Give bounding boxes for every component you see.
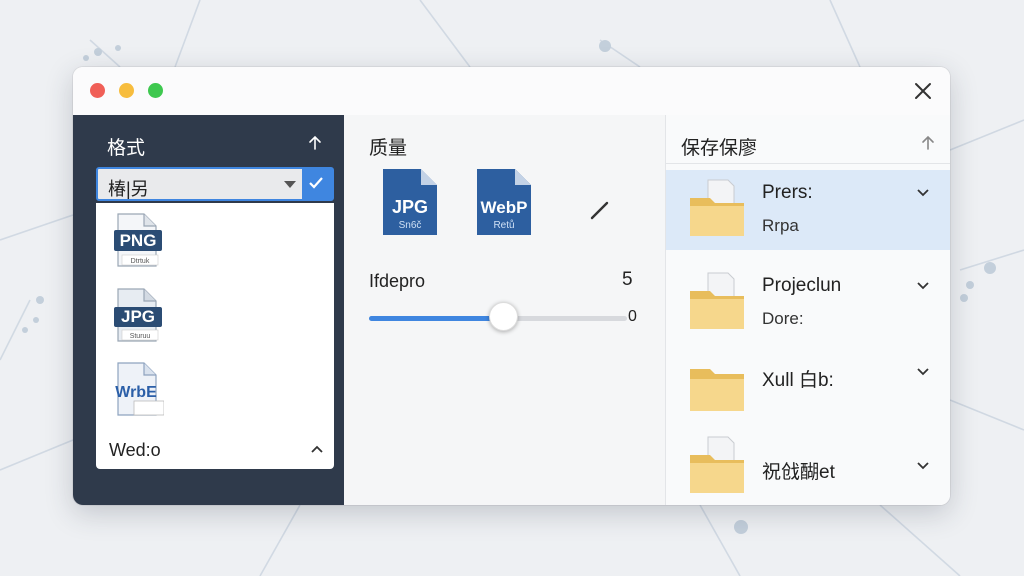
folder-sub: Dore: — [762, 309, 804, 328]
quality-slider-thumb[interactable] — [488, 302, 518, 331]
folder-with-document-icon — [690, 179, 744, 236]
chevron-up-icon[interactable] — [311, 445, 323, 453]
webp-label: WrbE — [115, 384, 157, 401]
webp-quality-label: WebP — [481, 198, 528, 217]
save-location-panel: 保存保廖 Prers: Rrpa Projeclun Dore: Xull 白b… — [666, 115, 950, 505]
collapse-up-icon[interactable] — [307, 135, 323, 151]
slider-label: Ifdepro — [369, 271, 426, 291]
slider-min-label: 0 — [628, 308, 637, 325]
folder-name: Projeclun — [762, 275, 842, 296]
divider — [666, 163, 950, 164]
folder-name: Prers: — [762, 182, 813, 203]
chevron-down-icon[interactable] — [916, 461, 930, 471]
chevron-down-icon[interactable] — [916, 367, 930, 377]
zoom-traffic-light[interactable] — [148, 83, 163, 98]
save-panel-title: 保存保廖 — [681, 138, 758, 159]
jpg-quality-sub: Sn6č — [399, 220, 422, 231]
folder-with-document-icon — [690, 436, 744, 493]
menu-footer-label: Wed:o — [109, 440, 161, 460]
jpg-quality-icon[interactable]: JPG Sn6č — [381, 167, 439, 237]
folder-row[interactable]: Projeclun Dore: — [666, 263, 950, 343]
format-dropdown[interactable]: 椿|另 — [96, 167, 334, 201]
png-sub: Dtrtuk — [131, 258, 150, 265]
format-dropdown-value: 椿|另 — [108, 179, 149, 199]
webp-file-icon[interactable]: WrbE — [112, 361, 164, 419]
jpg-label: JPG — [121, 307, 155, 326]
slider-max-label: 5 — [622, 269, 633, 290]
folder-name: Xull 白b: — [762, 370, 834, 391]
quality-panel: 质量 JPG Sn6č WebP Retů Ifdepro 5 0 — [344, 115, 666, 505]
check-icon — [309, 177, 323, 189]
jpg-quality-label: JPG — [392, 197, 428, 217]
chevron-down-icon[interactable] — [916, 188, 930, 198]
pencil-icon[interactable] — [589, 199, 611, 221]
webp-quality-sub: Retů — [493, 219, 514, 231]
folder-name: 祝戗醐et — [762, 462, 835, 483]
folder-sub: Rrpa — [762, 216, 799, 235]
confirm-check-button[interactable] — [302, 169, 332, 199]
export-settings-window: 格式 椿|另 PNG Dtrtuk JPG Sturuu WrbE Wed:o … — [73, 67, 950, 505]
folder-row[interactable]: Prers: Rrpa — [666, 170, 950, 250]
jpg-sub: Sturuu — [130, 333, 151, 340]
close-icon[interactable] — [912, 80, 934, 102]
quality-panel-title: 质量 — [369, 138, 408, 159]
format-menu: PNG Dtrtuk JPG Sturuu WrbE Wed:o — [96, 203, 334, 469]
minimize-traffic-light[interactable] — [119, 83, 134, 98]
folder-icon — [690, 369, 744, 411]
folder-row[interactable]: 祝戗醐et — [666, 427, 950, 505]
png-label: PNG — [120, 231, 157, 250]
chevron-down-icon[interactable] — [916, 281, 930, 291]
png-file-icon[interactable]: PNG Dtrtuk — [112, 212, 164, 270]
webp-quality-icon[interactable]: WebP Retů — [475, 167, 533, 237]
quality-slider-fill — [369, 316, 504, 321]
jpg-file-icon[interactable]: JPG Sturuu — [112, 287, 164, 345]
folder-with-document-icon — [690, 272, 744, 329]
title-bar — [73, 67, 950, 116]
close-traffic-light[interactable] — [90, 83, 105, 98]
caret-down-icon — [284, 181, 296, 188]
collapse-up-icon[interactable] — [920, 135, 936, 151]
folder-row[interactable]: Xull 白b: — [666, 349, 950, 429]
format-panel-title: 格式 — [107, 138, 146, 159]
format-panel: 格式 椿|另 PNG Dtrtuk JPG Sturuu WrbE Wed:o — [73, 115, 344, 505]
